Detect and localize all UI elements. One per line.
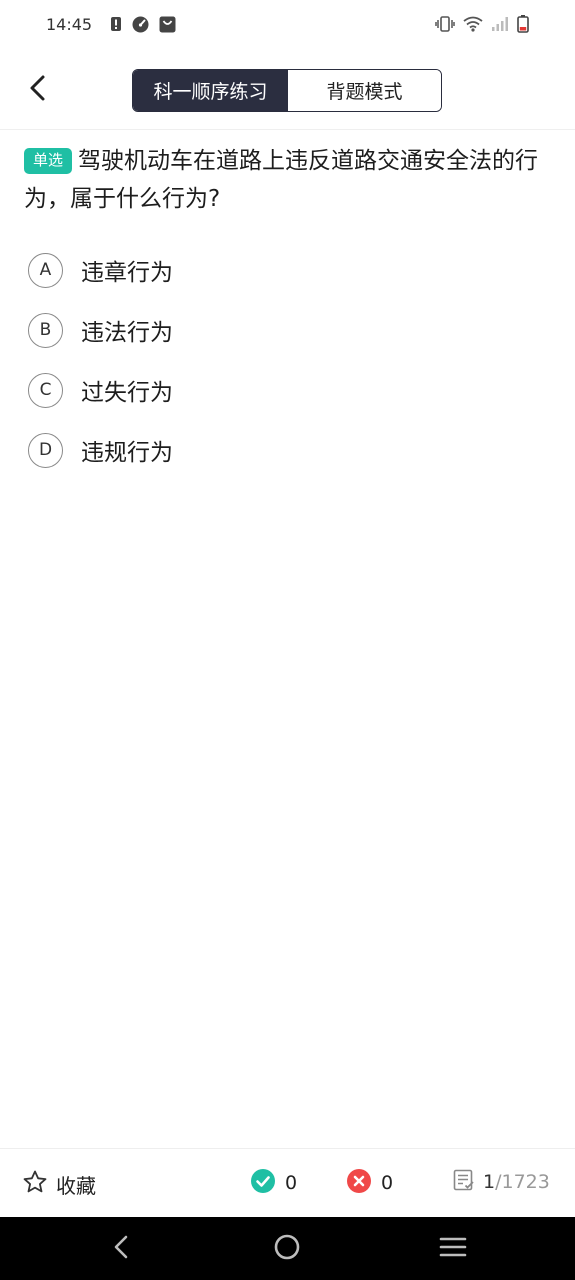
check-circle-icon <box>251 1169 275 1197</box>
favorite-button[interactable]: 收藏 <box>22 1169 96 1199</box>
option-c[interactable]: C 过失行为 <box>28 360 548 420</box>
screen: 14:45 科一顺序练习 背题模式 单选 驾驶机动车在道路上违反道路交通安全法的… <box>0 0 575 1280</box>
wifi-icon <box>463 16 483 32</box>
star-icon <box>22 1169 48 1199</box>
question-progress-button[interactable]: 1/1723 <box>453 1169 550 1195</box>
option-a[interactable]: A 违章行为 <box>28 240 548 300</box>
system-nav-bar <box>0 1217 575 1280</box>
question: 单选 驾驶机动车在道路上违反道路交通安全法的行为，属于什么行为? <box>24 142 554 218</box>
status-bar: 14:45 <box>0 0 575 48</box>
option-text: 违法行为 <box>81 320 173 346</box>
status-time: 14:45 <box>46 14 93 34</box>
option-d[interactable]: D 违规行为 <box>28 420 548 480</box>
system-home-button[interactable] <box>269 1231 305 1267</box>
option-letter: C <box>28 372 63 408</box>
tab-sequential-practice[interactable]: 科一顺序练习 <box>133 70 288 111</box>
status-left: 14:45 <box>46 15 176 34</box>
nav-menu-icon <box>439 1235 467 1263</box>
correct-counter: 0 <box>251 1169 297 1197</box>
nav-back-icon <box>112 1234 132 1264</box>
option-b[interactable]: B 违法行为 <box>28 300 548 360</box>
option-text: 违规行为 <box>81 440 173 466</box>
tab-memorize-mode[interactable]: 背题模式 <box>288 70 441 111</box>
question-list-icon <box>453 1169 475 1195</box>
favorite-label: 收藏 <box>56 1173 96 1198</box>
option-letter: B <box>28 312 63 348</box>
x-circle-icon <box>347 1169 371 1197</box>
option-letter: A <box>28 252 63 288</box>
correct-count: 0 <box>285 1172 298 1194</box>
question-type-badge: 单选 <box>24 148 73 174</box>
option-text: 过失行为 <box>81 380 173 406</box>
wrong-count: 0 <box>381 1172 394 1194</box>
alert-icon <box>110 16 122 32</box>
options-list: A 违章行为 B 违法行为 C 过失行为 D 违规行为 <box>28 240 548 480</box>
speed-icon <box>132 16 149 33</box>
signal-icon <box>491 16 509 32</box>
current-question-number: 1 <box>483 1171 496 1193</box>
bag-icon <box>159 16 176 33</box>
wrong-counter: 0 <box>347 1169 393 1197</box>
status-right <box>435 15 529 33</box>
bottom-bar: 收藏 0 0 1/1723 <box>0 1149 575 1217</box>
chevron-left-icon <box>28 74 48 106</box>
nav-home-icon <box>273 1233 301 1265</box>
system-menu-button[interactable] <box>435 1231 471 1267</box>
header: 科一顺序练习 背题模式 <box>0 60 575 122</box>
mode-switcher: 科一顺序练习 背题模式 <box>132 69 442 112</box>
option-letter: D <box>28 432 63 468</box>
battery-icon <box>517 15 529 33</box>
question-text: 驾驶机动车在道路上违反道路交通安全法的行为，属于什么行为? <box>24 148 539 212</box>
header-divider <box>0 129 575 130</box>
option-text: 违章行为 <box>81 260 173 286</box>
vibrate-icon <box>435 16 455 32</box>
system-back-button[interactable] <box>104 1231 140 1267</box>
back-button[interactable] <box>18 70 58 110</box>
total-question-count: /1723 <box>495 1171 550 1193</box>
